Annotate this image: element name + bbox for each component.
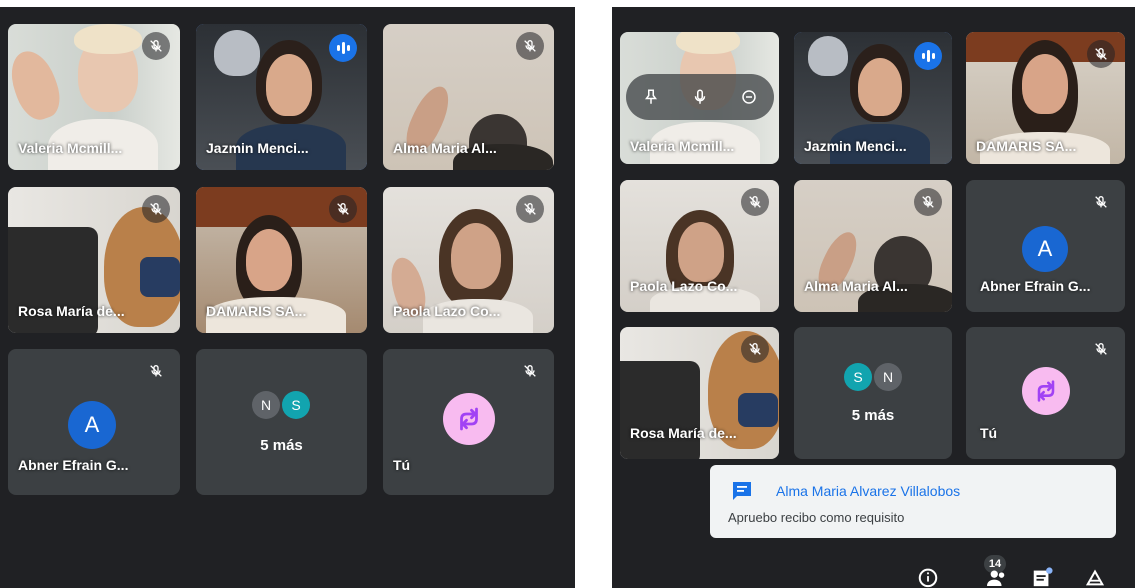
mic-off-icon (741, 335, 769, 363)
participant-tile-jazmin[interactable]: Jazmin Menci... (196, 24, 367, 170)
mic-off-icon (1087, 188, 1115, 216)
participant-tile-paola[interactable]: Paola Lazo Co... (620, 180, 779, 312)
participant-tile-rosa[interactable]: Rosa María de... (8, 187, 180, 333)
mic-off-icon (142, 357, 170, 385)
participant-name: Rosa María de... (630, 425, 737, 441)
participant-name: Alma Maria Al... (804, 278, 908, 294)
participant-name: Abner Efrain G... (18, 457, 129, 473)
chat-sender: Alma Maria Alvarez Villalobos (776, 483, 961, 499)
avatar: N (252, 391, 280, 419)
more-participants-tile[interactable]: N S 5 más (196, 349, 367, 495)
participant-tile-alma[interactable]: Alma Maria Al... (794, 180, 952, 312)
participant-name: Paola Lazo Co... (630, 278, 738, 294)
mic-off-icon (914, 188, 942, 216)
activities-icon[interactable] (1082, 566, 1108, 588)
participant-tile-abner[interactable]: A Abner Efrain G... (8, 349, 180, 495)
participant-tile-valeria[interactable]: Valeria Mcmill... (620, 32, 779, 164)
participant-name: DAMARIS SA... (976, 138, 1077, 154)
participant-tile-abner[interactable]: A Abner Efrain G... (966, 180, 1125, 312)
avatar: A (68, 401, 116, 449)
avatar: N (874, 363, 902, 391)
participant-name: Abner Efrain G... (980, 278, 1091, 294)
mic-off-icon (516, 32, 544, 60)
pin-icon[interactable] (638, 84, 664, 110)
participant-name: Tú (980, 425, 998, 441)
participant-tile-paola[interactable]: Paola Lazo Co... (383, 187, 554, 333)
avatar: S (282, 391, 310, 419)
right-meeting-grid: Valeria Mcmill... Jazmin Menci... DAMARI… (612, 7, 1135, 588)
remove-icon[interactable] (736, 84, 762, 110)
participant-tile-valeria[interactable]: Valeria Mcmill... (8, 24, 180, 170)
participant-tile-alma[interactable]: Alma Maria Al... (383, 24, 554, 170)
chat-notification[interactable]: Alma Maria Alvarez Villalobos Apruebo re… (710, 465, 1116, 538)
mic-off-icon (516, 195, 544, 223)
chat-message: Apruebo recibo como requisito (728, 510, 905, 525)
mic-off-icon (741, 188, 769, 216)
mic-icon[interactable] (687, 84, 713, 110)
people-icon[interactable] (984, 566, 1010, 588)
mic-off-icon (516, 357, 544, 385)
participant-name: Valeria Mcmill... (18, 140, 123, 156)
participant-name: Tú (393, 457, 411, 473)
more-participants-label: 5 más (851, 407, 895, 424)
speaking-indicator-icon (329, 34, 357, 62)
self-tile[interactable]: Tú (966, 327, 1125, 459)
more-participants-label: 5 más (260, 437, 303, 454)
participant-tile-damaris[interactable]: DAMARIS SA... (966, 32, 1125, 164)
left-meeting-grid: Valeria Mcmill... Jazmin Menci... Alma M… (0, 7, 575, 588)
avatar: A (1022, 226, 1068, 272)
mic-off-icon (142, 195, 170, 223)
info-icon[interactable] (915, 566, 941, 588)
chat-message-icon (730, 479, 754, 508)
mic-off-icon (1087, 335, 1115, 363)
avatar: S (844, 363, 872, 391)
tile-actions-overlay (626, 74, 774, 120)
participant-name: Alma Maria Al... (393, 140, 497, 156)
participant-tile-jazmin[interactable]: Jazmin Menci... (794, 32, 952, 164)
participant-tile-damaris[interactable]: DAMARIS SA... (196, 187, 367, 333)
self-avatar-icon (1022, 367, 1070, 415)
more-participants-tile[interactable]: S N 5 más (794, 327, 952, 459)
self-avatar-icon (443, 393, 495, 445)
mic-off-icon (1087, 40, 1115, 68)
participant-tile-rosa[interactable]: Rosa María de... (620, 327, 779, 459)
mic-off-icon (142, 32, 170, 60)
participant-name: DAMARIS SA... (206, 303, 307, 319)
self-tile[interactable]: Tú (383, 349, 554, 495)
chat-icon[interactable] (1029, 566, 1055, 588)
participant-name: Valeria Mcmill... (630, 138, 735, 154)
participant-name: Jazmin Menci... (206, 140, 309, 156)
participant-name: Paola Lazo Co... (393, 303, 501, 319)
participant-name: Rosa María de... (18, 303, 125, 319)
speaking-indicator-icon (914, 42, 942, 70)
participant-name: Jazmin Menci... (804, 138, 907, 154)
mic-off-icon (329, 195, 357, 223)
